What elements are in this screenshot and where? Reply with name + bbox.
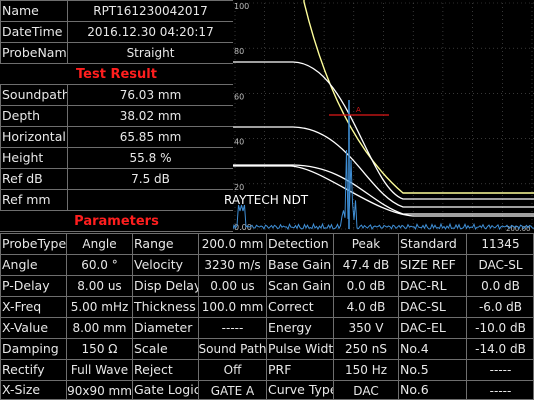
param-value: Peak [351, 237, 381, 251]
section-header: Parameters [74, 213, 159, 229]
param-value: 0.0 dB [481, 279, 520, 293]
param-value: ----- [489, 383, 512, 398]
param-label: X-Value [2, 319, 49, 335]
field-value: 7.5 dB [131, 172, 170, 186]
param-label: P-Delay [2, 277, 50, 293]
field-value: 38.02 mm [119, 109, 182, 123]
param-value: 350 V [348, 321, 384, 335]
param-label: Diameter [134, 319, 193, 335]
y-tick-label: 60 [234, 92, 244, 101]
param-value: 90x90 mm [67, 383, 132, 398]
param-value: 100.0 mm [201, 300, 264, 314]
param-label: Range [134, 235, 174, 251]
param-label: Reject [134, 361, 173, 377]
field-label: DateTime [2, 23, 63, 39]
param-value: 0.0 dB [346, 279, 386, 293]
param-label: PRF [268, 361, 292, 377]
param-value: 11345 [481, 237, 520, 251]
param-label: No.6 [400, 382, 429, 398]
param-label: Scan Gain [268, 277, 332, 293]
param-value: 200.0 mm [201, 237, 264, 251]
param-value: -14.0 dB [475, 342, 526, 356]
param-value: Sound Path [199, 342, 266, 356]
field-label: Name [2, 2, 39, 18]
param-label: No.5 [400, 361, 429, 377]
param-label: Energy [268, 319, 312, 335]
section-header: Test Result [76, 66, 157, 82]
field-label: Ref dB [2, 170, 43, 186]
param-label: X-Size [2, 382, 41, 398]
field-value: RPT161230042017 [93, 4, 208, 18]
grid-line [0, 231, 233, 232]
y-tick-label: 100 [234, 2, 249, 11]
param-value: ----- [221, 321, 244, 335]
field-value [68, 190, 233, 210]
param-value: DAC-SL [478, 258, 523, 272]
y-tick-label: 40 [234, 138, 244, 147]
field-label: Depth [2, 107, 41, 123]
field-value: Straight [126, 46, 175, 60]
param-value: Full Wave [70, 363, 129, 377]
field-label: ProbeName [2, 44, 67, 60]
watermark-text: RAYTECH NDT [224, 193, 309, 207]
param-value: 8.00 us [77, 279, 122, 293]
param-value: ----- [489, 363, 512, 377]
field-label: Height [2, 149, 44, 165]
field-value: 2016.12.30 04:20:17 [87, 25, 214, 39]
param-value: -10.0 dB [475, 321, 526, 335]
param-value: 3230 m/s [204, 258, 261, 272]
dac-curve [233, 61, 534, 200]
param-label: X-Freq [2, 298, 42, 314]
y-tick-label: 80 [234, 47, 244, 56]
param-label: Curve Type [268, 382, 333, 398]
param-value: DAC [353, 383, 379, 398]
param-label: Pulse Width [268, 340, 333, 356]
field-label: Ref mm [2, 191, 51, 207]
param-label: ProbeType [2, 235, 66, 251]
param-label: Velocity [134, 256, 184, 272]
param-value: GATE A [210, 383, 255, 398]
param-label: DAC-EL [400, 319, 446, 335]
param-value: 150 Ω [81, 342, 118, 356]
param-label: Rectify [2, 361, 45, 377]
param-label: SIZE REF [400, 256, 456, 272]
param-label: Damping [2, 340, 59, 356]
param-label: DAC-SL [400, 298, 446, 314]
param-label: Angle [2, 256, 38, 272]
param-label: Gate Logic [134, 382, 198, 398]
param-label: Thickness [134, 298, 196, 314]
param-value: 250 nS [345, 342, 387, 356]
y-tick-label: 20 [234, 183, 244, 192]
param-value: 60.0 ° [81, 258, 118, 272]
param-value: 47.4 dB [342, 258, 390, 272]
field-value: 65.85 mm [119, 130, 182, 144]
param-label: Detection [268, 235, 329, 251]
param-value: -6.0 dB [478, 300, 523, 314]
param-value: 0.00 us [210, 279, 255, 293]
field-label: Horizontal [2, 128, 66, 144]
param-label: Scale [134, 340, 168, 356]
echo-signal [233, 149, 534, 231]
field-value: 76.03 mm [119, 88, 182, 102]
gate-a-label: A [356, 106, 361, 114]
param-label: Correct [268, 298, 314, 314]
param-label: Disp Delay [134, 277, 198, 293]
param-label: Standard [400, 235, 457, 251]
param-value: 150 Hz [344, 363, 388, 377]
field-value: 55.8 % [129, 151, 172, 165]
param-value: Angle [82, 237, 117, 251]
param-value: Off [223, 363, 242, 377]
param-label: DAC-RL [400, 277, 447, 293]
field-label: Soundpath [2, 86, 67, 102]
param-label: Base Gain [268, 256, 332, 272]
param-value: 4.0 dB [346, 300, 386, 314]
param-value: 5.00 mHz [70, 300, 129, 314]
param-value: 8.00 mm [72, 321, 127, 335]
param-label: No.4 [400, 340, 429, 356]
